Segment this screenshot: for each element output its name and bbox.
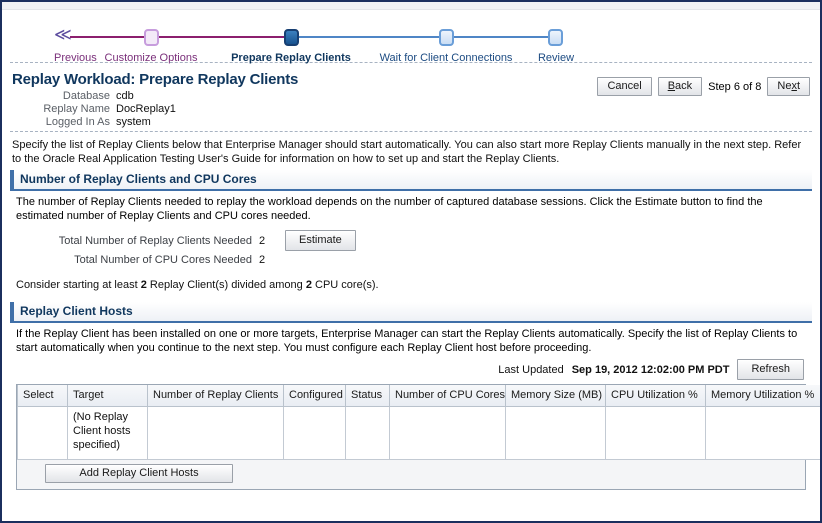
context-label-database: Database (62, 90, 110, 102)
cell-status (345, 406, 390, 460)
next-button-post: t (796, 80, 800, 92)
context-row-logged-in-as: Logged In As system (12, 116, 176, 129)
column-header-configured[interactable]: Configured (283, 385, 346, 407)
context-value-replay-name: DocReplay1 (116, 103, 176, 115)
replay-workload-page: ≪ Previous Customize Options Prepare Rep… (0, 0, 822, 523)
consider-post: CPU core(s). (311, 279, 379, 291)
totals-label-replay-clients: Total Number of Replay Clients Needed (58, 234, 252, 247)
next-button[interactable]: Next (767, 77, 810, 96)
section-replay-clients-cpu-cores: Number of Replay Clients and CPU Cores T… (10, 170, 812, 296)
replay-client-hosts-table-wrapper: Select Target Number of Replay Clients C… (16, 384, 820, 490)
top-band (2, 2, 820, 10)
cell-cpu-utilization (605, 406, 706, 460)
section-replay-client-hosts: Replay Client Hosts If the Replay Client… (10, 302, 820, 490)
column-header-memory-size[interactable]: Memory Size (MB) (505, 385, 606, 407)
totals-value-cpu-cores: 2 (259, 254, 266, 266)
wizard-navigation: Cancel Back Step 6 of 8 Next (597, 77, 810, 96)
context-value-logged-in-as: system (116, 116, 151, 128)
context-row-replay-name: Replay Name DocReplay1 (12, 103, 176, 116)
column-header-status[interactable]: Status (345, 385, 390, 407)
totals-row-replay-clients: Total Number of Replay Clients Needed 2 … (16, 229, 356, 252)
context-value-database: cdb (116, 90, 134, 102)
replay-client-hosts-table: Select Target Number of Replay Clients C… (17, 385, 820, 460)
totals-row-cpu-cores: Total Number of CPU Cores Needed 2 (16, 252, 356, 268)
context-label-logged-in-as: Logged In As (45, 116, 110, 128)
page-header: Replay Workload: Prepare Replay Clients … (2, 63, 820, 131)
train-node-wait-for-client-connections[interactable] (439, 29, 454, 46)
train-node-customize-options[interactable] (144, 29, 159, 46)
refresh-button[interactable]: Refresh (737, 359, 804, 380)
back-button-mnemonic: B (667, 80, 676, 92)
context-row-database: Database cdb (12, 90, 176, 103)
consider-advice: Consider starting at least 2 Replay Clie… (16, 278, 806, 292)
back-button-rest: ack (675, 80, 693, 92)
column-header-memory-utilization[interactable]: Memory Utilization % (705, 385, 820, 407)
train-line-upcoming (299, 36, 563, 38)
section-body-replay-clients-cpu-cores: The number of Replay Clients needed to r… (10, 191, 812, 296)
section-body-replay-client-hosts: If the Replay Client has been installed … (10, 323, 820, 490)
consider-mid: Replay Client(s) divided among (146, 279, 306, 291)
cell-configured (283, 406, 346, 460)
section-title-replay-client-hosts: Replay Client Hosts (10, 302, 812, 323)
page-instructions: Specify the list of Replay Clients below… (12, 139, 802, 165)
column-header-number-of-replay-clients[interactable]: Number of Replay Clients (147, 385, 284, 407)
column-header-select[interactable]: Select (17, 385, 68, 407)
estimate-button[interactable]: Estimate (285, 230, 356, 251)
table-toolbar: Last Updated Sep 19, 2012 12:02:00 PM PD… (16, 355, 806, 384)
column-header-cpu-utilization[interactable]: CPU Utilization % (605, 385, 706, 407)
next-button-pre: Ne (777, 80, 792, 92)
cell-target-empty: (No Replay Client hosts specified) (67, 406, 148, 460)
section-title-replay-clients-cpu-cores: Number of Replay Clients and CPU Cores (10, 170, 812, 191)
section-description-hosts: If the Replay Client has been installed … (16, 328, 798, 354)
totals-label-cpu-cores: Total Number of CPU Cores Needed (74, 254, 252, 266)
section-description-replay-clients: The number of Replay Clients needed to r… (16, 196, 763, 222)
totals-value-replay-clients: 2 (259, 234, 266, 247)
cell-select (17, 406, 68, 460)
column-header-number-of-cpu-cores[interactable]: Number of CPU Cores (389, 385, 506, 407)
last-updated-label: Last Updated (498, 363, 564, 376)
double-chevron-left-icon[interactable]: ≪ (54, 26, 72, 43)
totals-table: Total Number of Replay Clients Needed 2 … (16, 229, 356, 268)
cell-memory-utilization (705, 406, 820, 460)
table-footer: Add Replay Client Hosts (17, 460, 805, 489)
cell-number-of-cpu-cores (389, 406, 506, 460)
totals-action-cell: Estimate (285, 229, 356, 252)
cancel-button[interactable]: Cancel (597, 77, 652, 96)
table-row: (No Replay Client hosts specified) (17, 406, 820, 460)
context-label-replay-name: Replay Name (43, 103, 110, 115)
train-line-completed (70, 36, 299, 38)
train-node-review[interactable] (548, 29, 563, 46)
table-header-row: Select Target Number of Replay Clients C… (17, 385, 820, 407)
cell-memory-size (505, 406, 606, 460)
wizard-train: ≪ Previous Customize Options Prepare Rep… (2, 10, 820, 64)
column-header-target[interactable]: Target (67, 385, 148, 407)
add-replay-client-hosts-button[interactable]: Add Replay Client Hosts (45, 464, 233, 483)
context-fields: Database cdb Replay Name DocReplay1 Logg… (12, 90, 176, 129)
train-node-prepare-replay-clients[interactable] (284, 29, 299, 46)
step-counter: Step 6 of 8 (708, 80, 762, 93)
cell-number-of-replay-clients (147, 406, 284, 460)
last-updated-value: Sep 19, 2012 12:02:00 PM PDT (571, 363, 730, 376)
back-button[interactable]: Back (657, 77, 703, 96)
consider-pre: Consider starting at least (16, 279, 141, 291)
